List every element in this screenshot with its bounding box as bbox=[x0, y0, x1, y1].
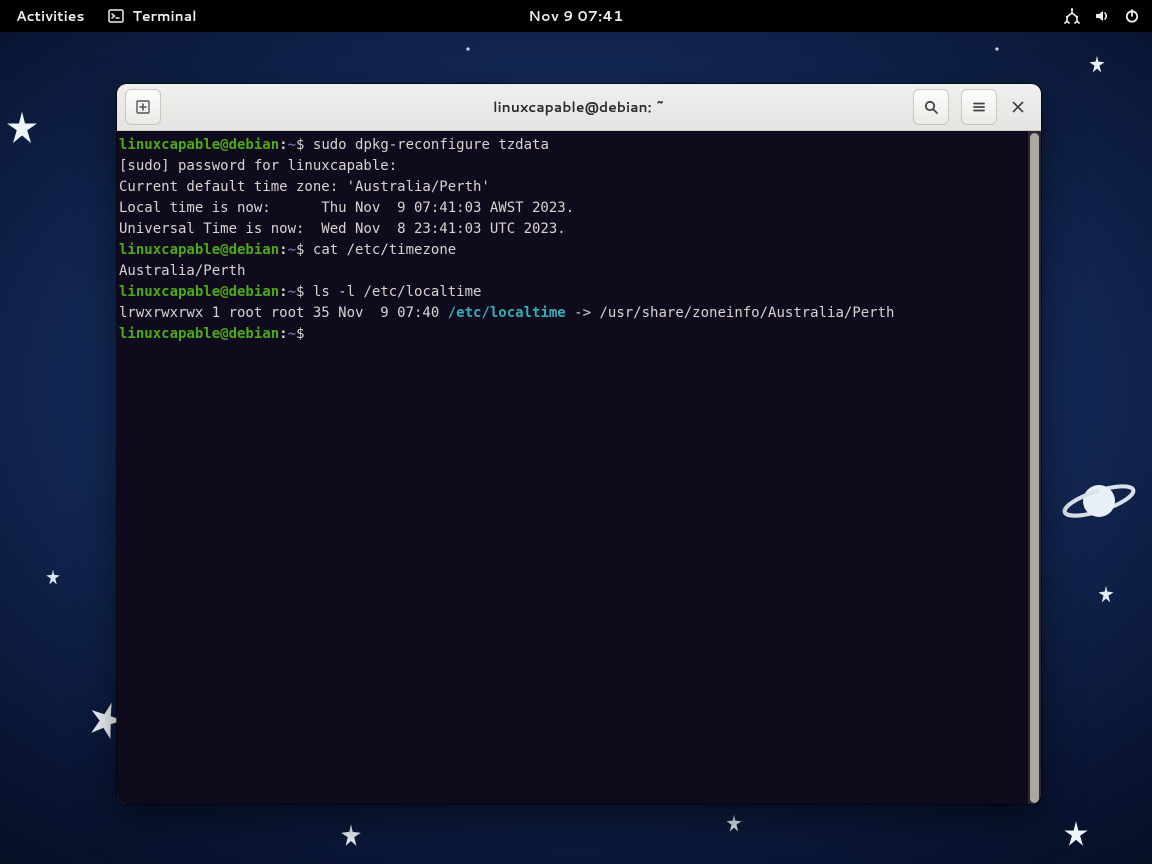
network-status-icon[interactable] bbox=[1064, 8, 1080, 24]
star-icon bbox=[4, 110, 40, 146]
terminal-line: linuxcapable@debian:~$ sudo dpkg-reconfi… bbox=[119, 135, 1028, 156]
star-icon bbox=[1062, 820, 1090, 848]
star-icon bbox=[44, 568, 62, 586]
terminal-window: linuxcapable@debian: ~ bbox=[117, 84, 1041, 804]
terminal-line: lrwxrwxrwx 1 root root 35 Nov 9 07:40 /e… bbox=[119, 303, 1028, 324]
terminal-line: [sudo] password for linuxcapable: bbox=[119, 156, 1028, 177]
terminal-line: linuxcapable@debian:~$ bbox=[119, 324, 1028, 345]
activities-label: Activities bbox=[16, 6, 84, 26]
terminal-line: Australia/Perth bbox=[119, 261, 1028, 282]
star-icon bbox=[338, 822, 364, 848]
app-menu[interactable]: Terminal bbox=[100, 6, 204, 26]
new-tab-icon bbox=[135, 99, 151, 115]
planet-icon bbox=[1060, 476, 1138, 526]
terminal-output[interactable]: linuxcapable@debian:~$ sudo dpkg-reconfi… bbox=[117, 131, 1028, 804]
gnome-topbar: Activities Terminal Nov 9 07:41 bbox=[0, 0, 1152, 32]
clock-label: Nov 9 07:41 bbox=[528, 6, 623, 26]
app-menu-label: Terminal bbox=[132, 6, 196, 26]
search-icon bbox=[923, 99, 939, 115]
close-icon bbox=[1012, 101, 1024, 113]
star-icon bbox=[1096, 584, 1116, 604]
terminal-line: Local time is now: Thu Nov 9 07:41:03 AW… bbox=[119, 198, 1028, 219]
clock[interactable]: Nov 9 07:41 bbox=[528, 6, 623, 26]
close-window-button[interactable] bbox=[1003, 92, 1033, 122]
terminal-line: Current default time zone: 'Australia/Pe… bbox=[119, 177, 1028, 198]
power-icon[interactable] bbox=[1124, 8, 1140, 24]
window-title: linuxcapable@debian: ~ bbox=[117, 97, 1041, 117]
terminal-app-icon bbox=[108, 8, 124, 24]
new-tab-button[interactable] bbox=[125, 89, 161, 125]
hamburger-menu-button[interactable] bbox=[961, 89, 997, 125]
activities-button[interactable]: Activities bbox=[0, 6, 100, 26]
system-tray bbox=[1064, 8, 1152, 24]
terminal-line: linuxcapable@debian:~$ ls -l /etc/localt… bbox=[119, 282, 1028, 303]
scrollbar-thumb[interactable] bbox=[1030, 133, 1039, 803]
star-icon bbox=[724, 813, 744, 833]
hamburger-icon bbox=[971, 99, 987, 115]
volume-icon[interactable] bbox=[1094, 8, 1110, 24]
star-icon bbox=[463, 44, 473, 54]
star-icon bbox=[1087, 54, 1107, 74]
terminal-line: linuxcapable@debian:~$ cat /etc/timezone bbox=[119, 240, 1028, 261]
terminal-line: Universal Time is now: Wed Nov 8 23:41:0… bbox=[119, 219, 1028, 240]
star-icon bbox=[992, 44, 1002, 54]
desktop-background: Activities Terminal Nov 9 07:41 bbox=[0, 0, 1152, 864]
terminal-scrollbar[interactable] bbox=[1028, 131, 1041, 804]
window-titlebar[interactable]: linuxcapable@debian: ~ bbox=[117, 84, 1041, 131]
search-button[interactable] bbox=[913, 89, 949, 125]
